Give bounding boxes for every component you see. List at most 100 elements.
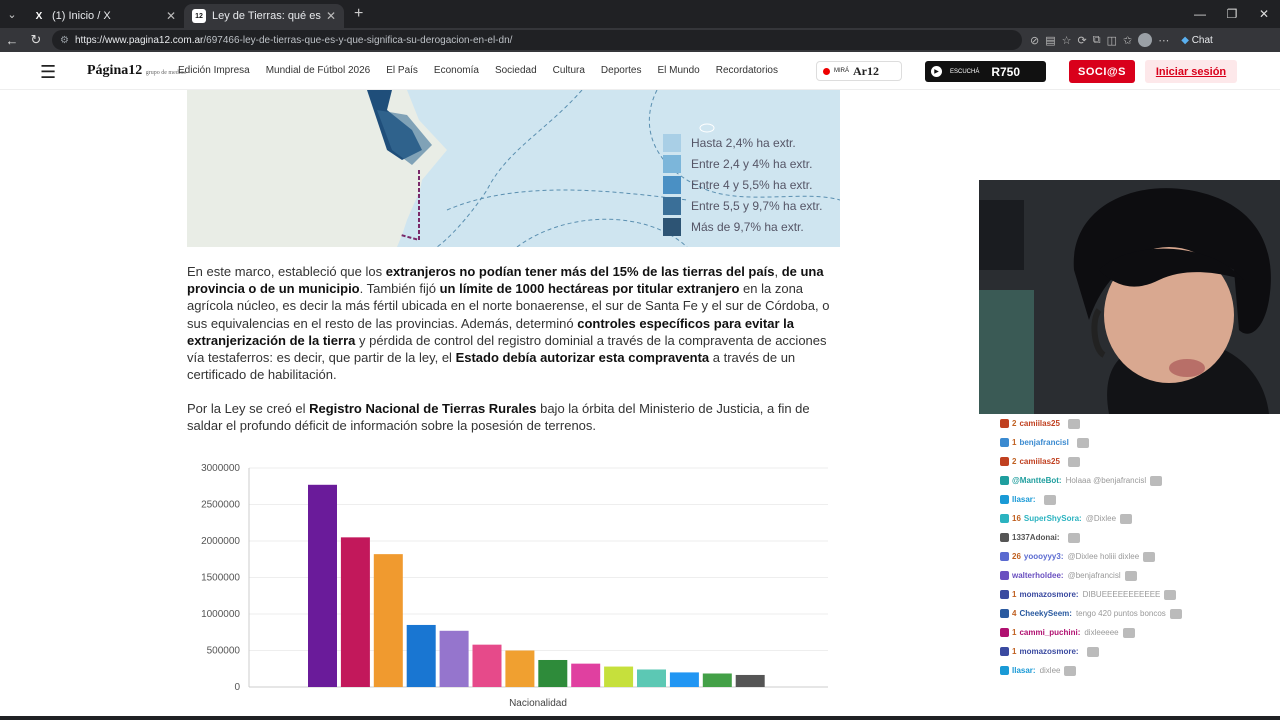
refresh-icon[interactable]: ⟳ <box>1078 34 1087 47</box>
bold-text: Estado debía autorizar esta compraventa <box>455 350 710 366</box>
text-run: Por la Ley se creó el <box>187 401 310 416</box>
profile-avatar[interactable] <box>1138 33 1153 47</box>
tab-twitter[interactable]: X (1) Inicio / X ✕ <box>24 4 184 28</box>
chat-message: 1 cammi_puchini: dixleeeee <box>1000 623 1280 642</box>
url-bar[interactable]: ⚙ https://www.pagina12.com.ar/697466-ley… <box>52 30 1022 50</box>
chat-username[interactable]: Ilasar: <box>1012 666 1036 675</box>
chat-badge-icon <box>1000 495 1009 504</box>
bar <box>702 673 732 687</box>
chat-message: 1337Adonai: <box>1000 528 1280 547</box>
emote-icon <box>1067 532 1080 543</box>
y-tick-label: 3000000 <box>201 463 240 474</box>
chat-username[interactable]: SuperShySora: <box>1024 514 1082 523</box>
chat-username[interactable]: cammi_puchini: <box>1019 628 1080 637</box>
chat-badge-icon <box>1000 609 1009 618</box>
pagina12-favicon-icon: 12 <box>192 9 206 23</box>
legend-swatch <box>663 196 681 215</box>
close-tab-icon[interactable]: ✕ <box>326 9 336 23</box>
copilot-chat-button[interactable]: ◆ Chat <box>1181 35 1213 46</box>
chat-username[interactable]: camiilas25 <box>1019 419 1059 428</box>
play-icon: ▶ <box>931 66 942 77</box>
chat-username[interactable]: CheekySeem: <box>1019 609 1071 618</box>
legend-item: Entre 5,5 y 9,7% ha extr. <box>663 195 822 216</box>
chat-username[interactable]: Ilasar: <box>1012 495 1036 504</box>
bar <box>604 666 634 687</box>
land-by-nationality-chart: 0 500000 1000000 1500000 2000000 2500000 30000… <box>201 463 828 709</box>
streamer-webcam <box>979 180 1280 414</box>
emote-icon <box>1067 456 1080 467</box>
legend-swatch <box>663 175 681 194</box>
chat-username[interactable]: 1337Adonai: <box>1012 533 1060 542</box>
live-dot-icon <box>823 67 830 75</box>
bookmark-star-icon[interactable]: ☆ <box>1062 34 1072 47</box>
legend-item: Entre 2,4 y 4% ha extr. <box>663 153 822 174</box>
y-tick-label: 0 <box>234 682 240 693</box>
menu-search-icon[interactable]: ☰ <box>40 62 66 82</box>
nav-link[interactable]: Cultura <box>553 65 585 76</box>
new-tab-icon[interactable]: + <box>354 5 363 23</box>
nav-link[interactable]: El País <box>386 65 418 76</box>
nav-link[interactable]: Deportes <box>601 65 642 76</box>
chat-username[interactable]: momazosmore: <box>1019 590 1078 599</box>
article-paragraph-2: Por la Ley se creó el Registro Nacional … <box>187 400 842 434</box>
chat-username[interactable]: walterholdee: <box>1012 571 1064 580</box>
chat-username[interactable]: yoooyyy3: <box>1024 552 1064 561</box>
bar <box>373 554 403 687</box>
close-window-icon[interactable]: ✕ <box>1248 0 1280 28</box>
watch-ar12-button[interactable]: MIRÁ Ar12 <box>816 61 902 81</box>
chat-text: @Dixlee <box>1085 514 1117 523</box>
chat-username[interactable]: momazosmore: <box>1019 647 1078 656</box>
chat-text: @benjafrancisl <box>1067 571 1121 580</box>
tracking-icon[interactable]: ⊘ <box>1030 34 1039 47</box>
bar <box>308 484 337 687</box>
back-icon[interactable]: ← <box>0 33 24 48</box>
nav-link[interactable]: Sociedad <box>495 65 537 76</box>
chat-message: 1 benjafrancisl <box>1000 433 1280 452</box>
chat-message: 2 camiilas25 <box>1000 452 1280 471</box>
bar <box>340 537 370 687</box>
chat-username[interactable]: benjafrancisl <box>1019 438 1068 447</box>
minimize-icon[interactable]: — <box>1184 0 1216 28</box>
listen-radio-button[interactable]: ▶ ESCUCHÁ R750 <box>925 61 1046 82</box>
favorites-icon[interactable]: ✩ <box>1123 34 1132 47</box>
legend-label: Entre 2,4 y 4% ha extr. <box>691 156 813 171</box>
chat-badge-icon <box>1000 666 1009 675</box>
emote-icon <box>1043 494 1056 505</box>
emote-icon <box>1076 437 1089 448</box>
split-icon[interactable]: ◫ <box>1107 34 1117 47</box>
tab-search-icon[interactable]: ⌄ <box>0 0 24 28</box>
nav-link[interactable]: Recordatorios <box>716 65 778 76</box>
socios-button[interactable]: SOCI@S <box>1069 60 1135 83</box>
emote-icon <box>1143 551 1156 562</box>
chat-username[interactable]: @MantteBot: <box>1012 476 1062 485</box>
extension-icon[interactable]: ⧉ <box>1093 34 1101 47</box>
stream-chat: 2 camiilas25 1 benjafrancisl 2 camiilas25 @Man… <box>1000 414 1280 694</box>
login-button[interactable]: Iniciar sesión <box>1145 60 1237 83</box>
reload-icon[interactable]: ↻ <box>24 32 48 48</box>
chat-username[interactable]: camiilas25 <box>1019 457 1059 466</box>
chat-message: 4 CheekySeem: tengo 420 puntos boncos <box>1000 604 1280 623</box>
chat-badge-icon <box>1000 552 1009 561</box>
chat-badge-icon <box>1000 628 1009 637</box>
site-info-icon[interactable]: ⚙ <box>60 35 69 46</box>
emote-icon <box>1150 475 1163 486</box>
chat-badge-icon <box>1000 419 1009 428</box>
article-paragraph-1: En este marco, estableció que los extran… <box>187 263 842 383</box>
nav-link[interactable]: El Mundo <box>657 65 699 76</box>
chat-badge-icon <box>1000 476 1009 485</box>
chat-points: 4 <box>1012 609 1017 618</box>
text-run: . También fijó <box>359 281 440 297</box>
nav-link[interactable]: Edición Impresa <box>178 65 250 76</box>
tab-pagina12[interactable]: 12 Ley de Tierras: qué es y qué signifi … <box>184 4 344 28</box>
site-logo[interactable]: Página12 grupo de medios <box>87 63 186 79</box>
foreign-land-map: Hasta 2,4% ha extr. Entre 2,4 y 4% ha ext… <box>187 90 840 247</box>
reader-icon[interactable]: ▤ <box>1045 34 1055 47</box>
more-icon[interactable]: ⋯ <box>1158 34 1169 47</box>
nav-link[interactable]: Mundial de Fútbol 2026 <box>266 65 371 76</box>
chat-badge-icon <box>1000 438 1009 447</box>
browser-toolbar: ← ↻ ⚙ https://www.pagina12.com.ar/697466… <box>0 28 1280 52</box>
nav-link[interactable]: Economía <box>434 65 479 76</box>
close-tab-icon[interactable]: ✕ <box>166 9 176 23</box>
chat-text: dixleeeee <box>1084 628 1119 637</box>
restore-icon[interactable]: ❐ <box>1216 0 1248 28</box>
